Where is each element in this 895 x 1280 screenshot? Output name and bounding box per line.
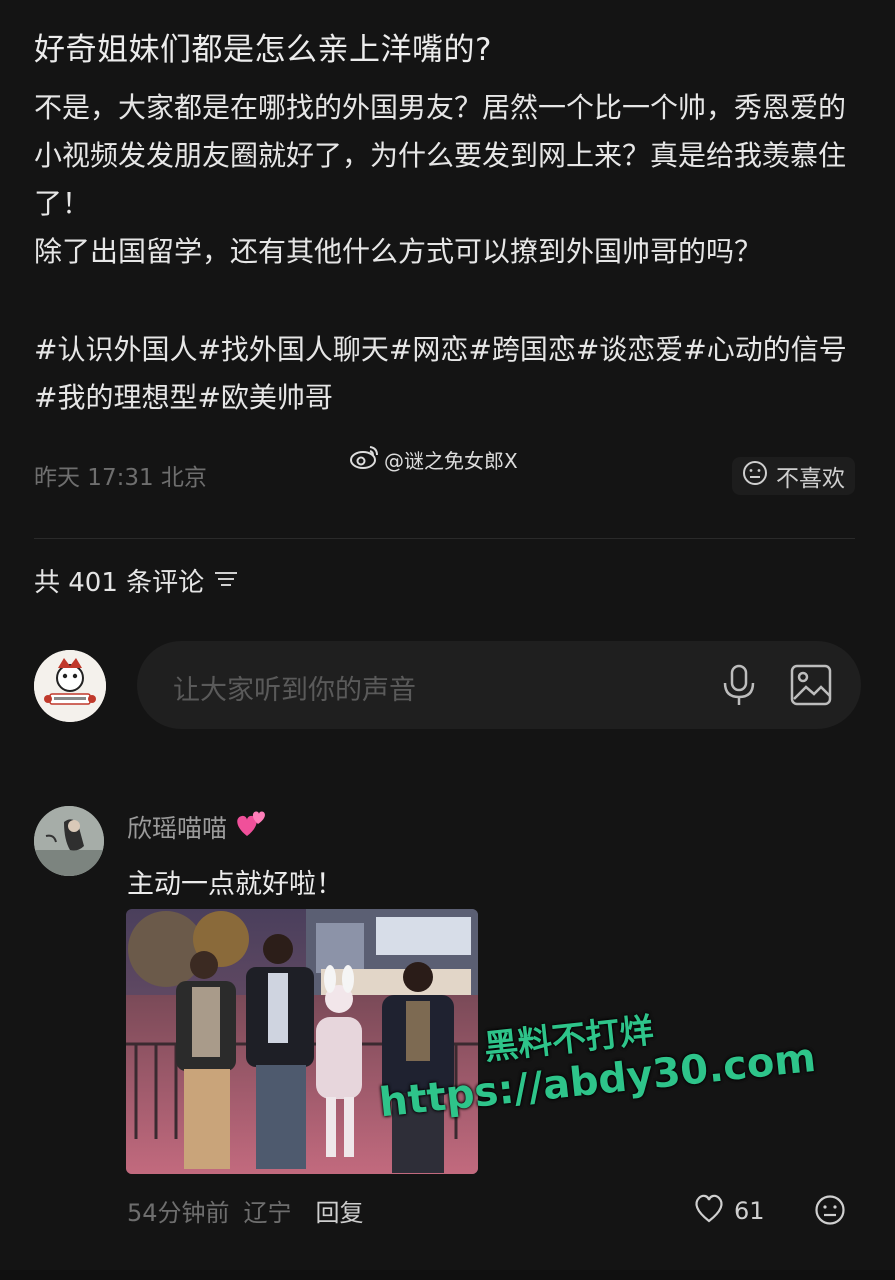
emoji-react-icon[interactable] bbox=[814, 1194, 846, 1230]
my-avatar[interactable] bbox=[34, 650, 106, 722]
comment-location: 辽宁 bbox=[243, 1199, 292, 1227]
weibo-handle: @谜之免女郎X bbox=[384, 449, 518, 473]
post-tags[interactable]: #认识外国人#找外国人聊天#网恋#跨国恋#谈恋爱#心动的信号#我的理想型#欧美帅… bbox=[34, 326, 864, 422]
dislike-label: 不喜欢 bbox=[776, 466, 845, 492]
comments-header: 共 401 条评论 bbox=[34, 562, 238, 599]
comment-time: 54分钟前 bbox=[127, 1199, 230, 1227]
comment-input-placeholder: 让大家听到你的声音 bbox=[173, 675, 416, 706]
divider bbox=[34, 538, 855, 539]
comment-author-avatar[interactable] bbox=[34, 806, 104, 876]
post-meta: 昨天 17:31 北京 bbox=[34, 465, 207, 491]
like-count: 61 bbox=[734, 1197, 765, 1225]
bottom-edge bbox=[0, 1270, 895, 1280]
comment-footer: 54分钟前 辽宁 回复 bbox=[127, 1193, 364, 1228]
comment-text: 主动一点就好啦！ bbox=[127, 869, 343, 900]
comment-input[interactable]: 让大家听到你的声音 bbox=[137, 641, 861, 729]
weibo-watermark: @谜之免女郎X bbox=[350, 444, 518, 475]
hearts-emoji-icon bbox=[233, 808, 269, 846]
reply-button[interactable]: 回复 bbox=[316, 1193, 364, 1228]
heart-icon bbox=[692, 1193, 726, 1229]
meh-face-icon bbox=[742, 460, 768, 492]
post-body-paragraph: 不是，大家都是在哪找的外国男友？居然一个比一个帅，秀恩爱的小视频发发朋友圈就好了… bbox=[34, 91, 847, 220]
post-body-paragraph: 除了出国留学，还有其他什么方式可以撩到外国帅哥的吗？ bbox=[34, 235, 763, 268]
post-title: 好奇姐妹们都是怎么亲上洋嘴的? bbox=[34, 32, 492, 68]
post-body: 不是，大家都是在哪找的外国男友？居然一个比一个帅，秀恩爱的小视频发发朋友圈就好了… bbox=[34, 84, 864, 276]
image-upload-icon[interactable] bbox=[789, 663, 833, 711]
weibo-logo-icon bbox=[350, 444, 380, 475]
comments-count: 共 401 条评论 bbox=[34, 568, 205, 598]
sort-icon[interactable] bbox=[214, 566, 238, 596]
like-button[interactable]: 61 bbox=[692, 1193, 765, 1229]
comment-author-name[interactable]: 欣瑶喵喵 bbox=[127, 809, 227, 845]
dislike-button[interactable]: 不喜欢 bbox=[732, 457, 855, 495]
comment-author-row: 欣瑶喵喵 bbox=[127, 808, 269, 846]
microphone-icon[interactable] bbox=[719, 663, 759, 711]
